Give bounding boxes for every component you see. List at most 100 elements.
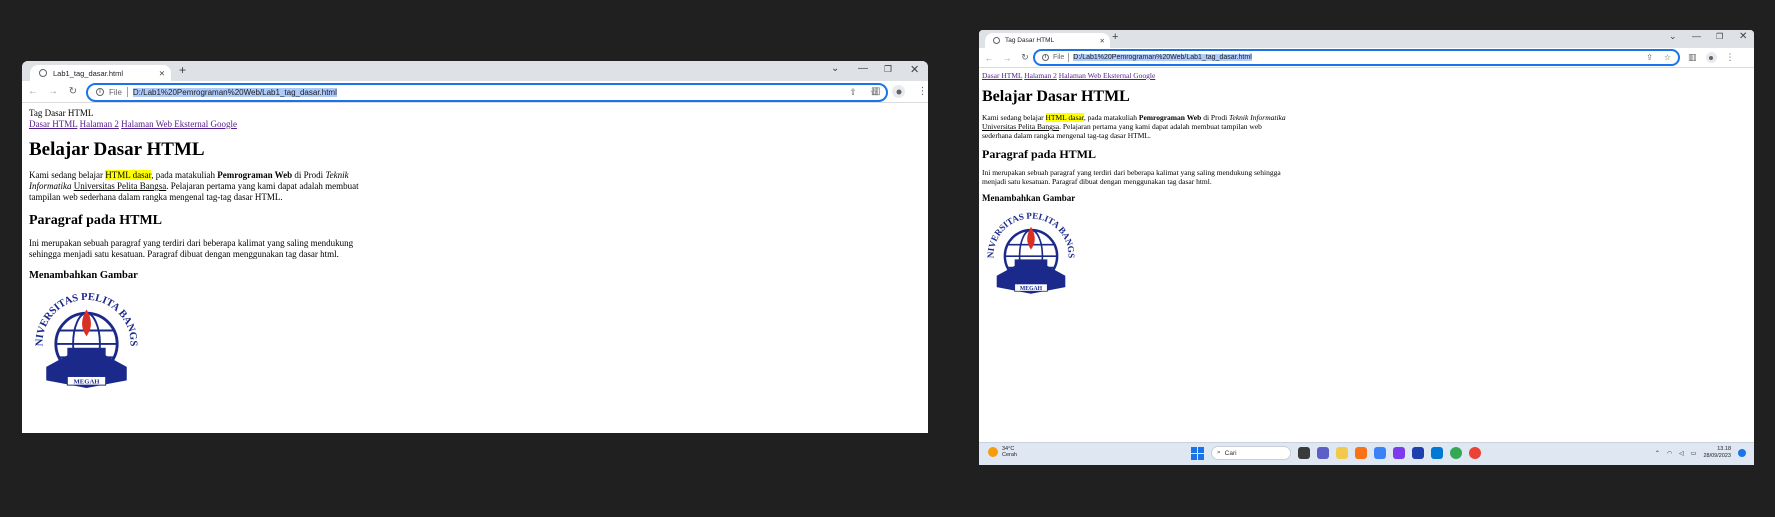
url-text[interactable]: D:/Lab1%20Pemrograman%20Web/Lab1_tag_das… — [132, 87, 337, 97]
intro-paragraph: Kami sedang belajar HTML dasar, pada mat… — [29, 170, 359, 202]
svg-text:MEGAH: MEGAH — [1020, 286, 1043, 292]
reload-button[interactable]: ↻ — [1017, 52, 1033, 63]
page-content: Tag Dasar HTML Dasar HTML Halaman 2 Hala… — [22, 108, 928, 399]
paragraph-text: Ini merupakan sebuah paragraf yang terdi… — [982, 168, 1281, 186]
battery-icon[interactable]: ▭ — [1691, 450, 1697, 457]
page-heading: Belajar Dasar HTML — [29, 139, 205, 160]
nav-links: Dasar HTML Halaman 2 Halaman Web Ekstern… — [29, 119, 928, 130]
chevron-up-icon[interactable]: ⌃ — [1655, 450, 1660, 457]
info-icon[interactable]: i — [1042, 54, 1049, 61]
search-icon: ⌕ — [1217, 449, 1221, 456]
app-icon[interactable] — [1393, 447, 1405, 459]
page-heading: Belajar Dasar HTML — [982, 88, 1130, 105]
share-icon[interactable]: ⇪ — [1646, 53, 1653, 62]
task-view-icon[interactable] — [1298, 447, 1310, 459]
link-dasar-html[interactable]: Dasar HTML — [29, 119, 77, 129]
chrome-icon[interactable] — [1469, 447, 1481, 459]
sun-icon — [988, 447, 998, 457]
browser-toolbar: ← → ↻ i File D:/Lab1%20Pemrograman%20Web… — [979, 48, 1754, 68]
forward-button[interactable]: → — [999, 53, 1015, 63]
address-bar[interactable]: i File D:/Lab1%20Pemrograman%20Web/Lab1_… — [1033, 49, 1680, 66]
url-text[interactable]: D:/Lab1%20Pemrograman%20Web/Lab1_tag_das… — [1073, 54, 1252, 61]
profile-avatar[interactable] — [892, 85, 906, 98]
info-icon[interactable]: i — [96, 88, 104, 96]
side-panel-icon[interactable]: ▥ — [871, 86, 880, 97]
page-title-text: Tag Dasar HTML — [29, 108, 94, 118]
forward-button[interactable]: → — [44, 86, 62, 97]
tab-close-icon[interactable]: ✕ — [1100, 37, 1105, 45]
app-icon[interactable] — [1355, 447, 1367, 459]
network-icon[interactable]: ◠ — [1667, 450, 1672, 457]
minimize-button[interactable]: — — [858, 63, 868, 74]
maximize-button[interactable]: ❐ — [884, 64, 892, 75]
vscode-icon[interactable] — [1431, 447, 1443, 459]
weather-condition: Cerah — [1002, 452, 1017, 458]
address-bar[interactable]: i File D:/Lab1%20Pemrograman%20Web/Lab1_… — [86, 82, 888, 102]
italic-text: Teknik Informatika — [1229, 113, 1286, 122]
menu-kebab-icon[interactable]: ⋮ — [1726, 52, 1735, 63]
chrome-icon[interactable] — [1450, 447, 1462, 459]
tab-close-icon[interactable]: ✕ — [159, 69, 165, 78]
bookmark-star-icon[interactable]: ☆ — [1664, 53, 1671, 62]
link-google[interactable]: Halaman Web Eksternal Google — [1059, 71, 1156, 80]
section-heading: Paragraf pada HTML — [29, 213, 162, 228]
app-icon[interactable] — [1374, 447, 1386, 459]
underlined-text: Universitas Pelita Bangsa — [73, 181, 167, 191]
back-button[interactable]: ← — [981, 53, 997, 63]
toolbar-right: ▥ ⋮ — [1688, 52, 1735, 63]
tab-title: Lab1_tag_dasar.html — [53, 68, 124, 78]
reload-button[interactable]: ↻ — [64, 86, 82, 97]
page-content: Dasar HTML Halaman 2 Halaman Web Ekstern… — [979, 71, 1754, 303]
minimize-button[interactable]: — — [1692, 31, 1701, 41]
divider — [1068, 53, 1070, 62]
bold-text: Pemrograman Web — [217, 170, 293, 180]
bold-text: Pemrograman Web — [1138, 113, 1202, 122]
browser-toolbar: ← → ↻ i File D:/Lab1%20Pemrograman%20Web… — [22, 81, 928, 103]
highlighted-text: HTML dasar — [1045, 113, 1084, 122]
link-halaman-2[interactable]: Halaman 2 — [1024, 71, 1057, 80]
paragraph-text: Ini merupakan sebuah paragraf yang terdi… — [29, 238, 354, 259]
browser-window-right: Tag Dasar HTML ✕ + ⌄ — ❐ ✕ ← → ↻ i File … — [979, 30, 1754, 465]
link-halaman-2[interactable]: Halaman 2 — [80, 119, 119, 129]
intro-paragraph: Kami sedang belajar HTML dasar, pada mat… — [982, 113, 1286, 140]
file-label: File — [109, 87, 122, 97]
tab-strip: Tag Dasar HTML ✕ + ⌄ — ❐ ✕ — [979, 30, 1754, 48]
highlighted-text: HTML dasar — [105, 170, 152, 180]
clock[interactable]: 13.18 28/09/2023 — [1703, 446, 1731, 460]
link-dasar-html[interactable]: Dasar HTML — [982, 71, 1022, 80]
share-icon[interactable]: ⇪ — [849, 87, 857, 98]
search-label: Cari — [1224, 449, 1237, 457]
underlined-text: Universitas Pelita Bangsa — [982, 122, 1060, 131]
globe-icon — [993, 37, 1000, 44]
tab-lab1[interactable]: Lab1_tag_dasar.html ✕ — [30, 65, 171, 81]
menu-kebab-icon[interactable]: ⋮ — [917, 86, 927, 97]
chat-icon[interactable] — [1317, 447, 1329, 459]
section-heading: Paragraf pada HTML — [982, 147, 1096, 161]
tab-tag-dasar[interactable]: Tag Dasar HTML ✕ — [985, 33, 1110, 48]
back-button[interactable]: ← — [24, 86, 42, 97]
omnibox-actions: ⇪ ☆ — [1646, 53, 1671, 62]
globe-icon — [39, 69, 47, 77]
file-explorer-icon[interactable] — [1336, 447, 1348, 459]
image-heading: Menambahkan Gambar — [982, 193, 1076, 203]
close-window-button[interactable]: ✕ — [1739, 31, 1747, 42]
app-icon[interactable] — [1412, 447, 1424, 459]
chevron-down-icon[interactable]: ⌄ — [831, 63, 839, 74]
browser-window-left: Lab1_tag_dasar.html ✕ + ⌄ — ❐ ✕ ← → ↻ i … — [22, 61, 928, 433]
weather-widget[interactable]: 34°C Cerah — [988, 446, 1017, 458]
profile-avatar[interactable] — [1705, 52, 1717, 63]
tab-strip: Lab1_tag_dasar.html ✕ + ⌄ — ❐ ✕ — [22, 61, 928, 81]
chevron-down-icon[interactable]: ⌄ — [1669, 31, 1677, 42]
maximize-button[interactable]: ❐ — [1716, 32, 1723, 41]
new-tab-button[interactable]: + — [1112, 31, 1118, 43]
notification-icon[interactable] — [1738, 449, 1746, 457]
link-google[interactable]: Halaman Web Eksternal Google — [121, 119, 237, 129]
university-logo: UNIVERSITAS PELITA BANGSA MEGAH — [25, 280, 139, 388]
new-tab-button[interactable]: + — [179, 63, 186, 77]
volume-icon[interactable]: ◁ — [1679, 450, 1684, 457]
windows-start-icon[interactable] — [1191, 446, 1204, 460]
windows-taskbar: 34°C Cerah ⌕ Cari ⌃ ◠ ◁ ▭ 13.18 28/09/20… — [979, 442, 1754, 465]
side-panel-icon[interactable]: ▥ — [1688, 52, 1697, 63]
taskbar-search[interactable]: ⌕ Cari — [1211, 446, 1291, 460]
close-window-button[interactable]: ✕ — [910, 63, 919, 76]
